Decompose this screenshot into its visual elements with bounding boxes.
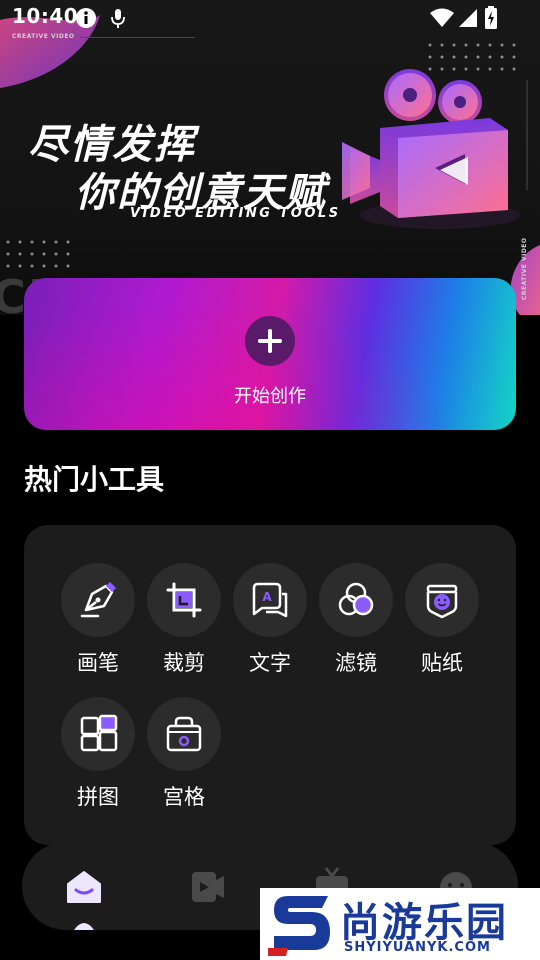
tool-text[interactable]: A 文字 [232,563,308,683]
text-bubble-icon: A [252,582,288,618]
home-icon [67,871,101,903]
tool-brush[interactable]: 画笔 [60,563,136,683]
site-logo-url: SHYIYUANYK.COM [344,940,491,955]
filter-icon [338,582,374,616]
tool-label: 宫格 [163,785,205,809]
start-create-button[interactable]: 开始创作 [24,278,516,430]
tool-label: 拼图 [77,785,119,809]
svg-text:A: A [262,590,272,604]
sticker-icon [426,584,458,619]
tools-panel: 画笔 裁剪 A 文字 滤镜 贴纸 拼图 宫格 [24,525,516,845]
status-bar: 10:40 [0,0,540,36]
tool-sticker[interactable]: 贴纸 [404,563,480,683]
brush-icon [80,582,116,618]
info-icon [76,8,96,28]
wifi-icon [430,8,454,27]
collage-icon [80,714,118,752]
active-tab-indicator [74,923,94,930]
battery-icon [485,6,497,29]
site-logo: 尚游乐园 SHYIYUANYK.COM [260,888,540,960]
plus-icon [245,316,295,366]
tool-label: 画笔 [77,651,119,675]
banner-subtitle: VIDEO EDITING TOOLS [130,206,341,221]
crop-icon [166,582,202,618]
tool-grid[interactable]: 宫格 [146,697,222,817]
video-camera-icon [342,69,520,229]
logo-s-icon [268,896,330,956]
tool-collage[interactable]: 拼图 [60,697,136,817]
nav-video[interactable] [184,862,232,910]
signal-icon [459,9,477,27]
mic-icon [111,9,125,28]
tool-label: 滤镜 [335,651,377,675]
status-time: 10:40 [12,4,79,28]
video-icon [192,872,224,902]
tool-filter[interactable]: 滤镜 [318,563,394,683]
start-create-label: 开始创作 [234,386,306,407]
banner-vertical-tag: CREATIVE VIDEO [521,237,528,300]
tool-crop[interactable]: 裁剪 [146,563,222,683]
nav-home[interactable] [60,862,108,910]
section-title: 热门小工具 [24,463,165,496]
tool-label: 文字 [249,651,291,675]
banner-divider [80,37,195,38]
tool-label: 贴纸 [421,651,463,675]
hero-banner[interactable]: CR CREATIVE VIDEO CREATIVE VIDEO 尽情发挥 你的… [0,0,540,315]
tool-label: 裁剪 [163,651,205,675]
grid-bag-icon [166,716,202,752]
